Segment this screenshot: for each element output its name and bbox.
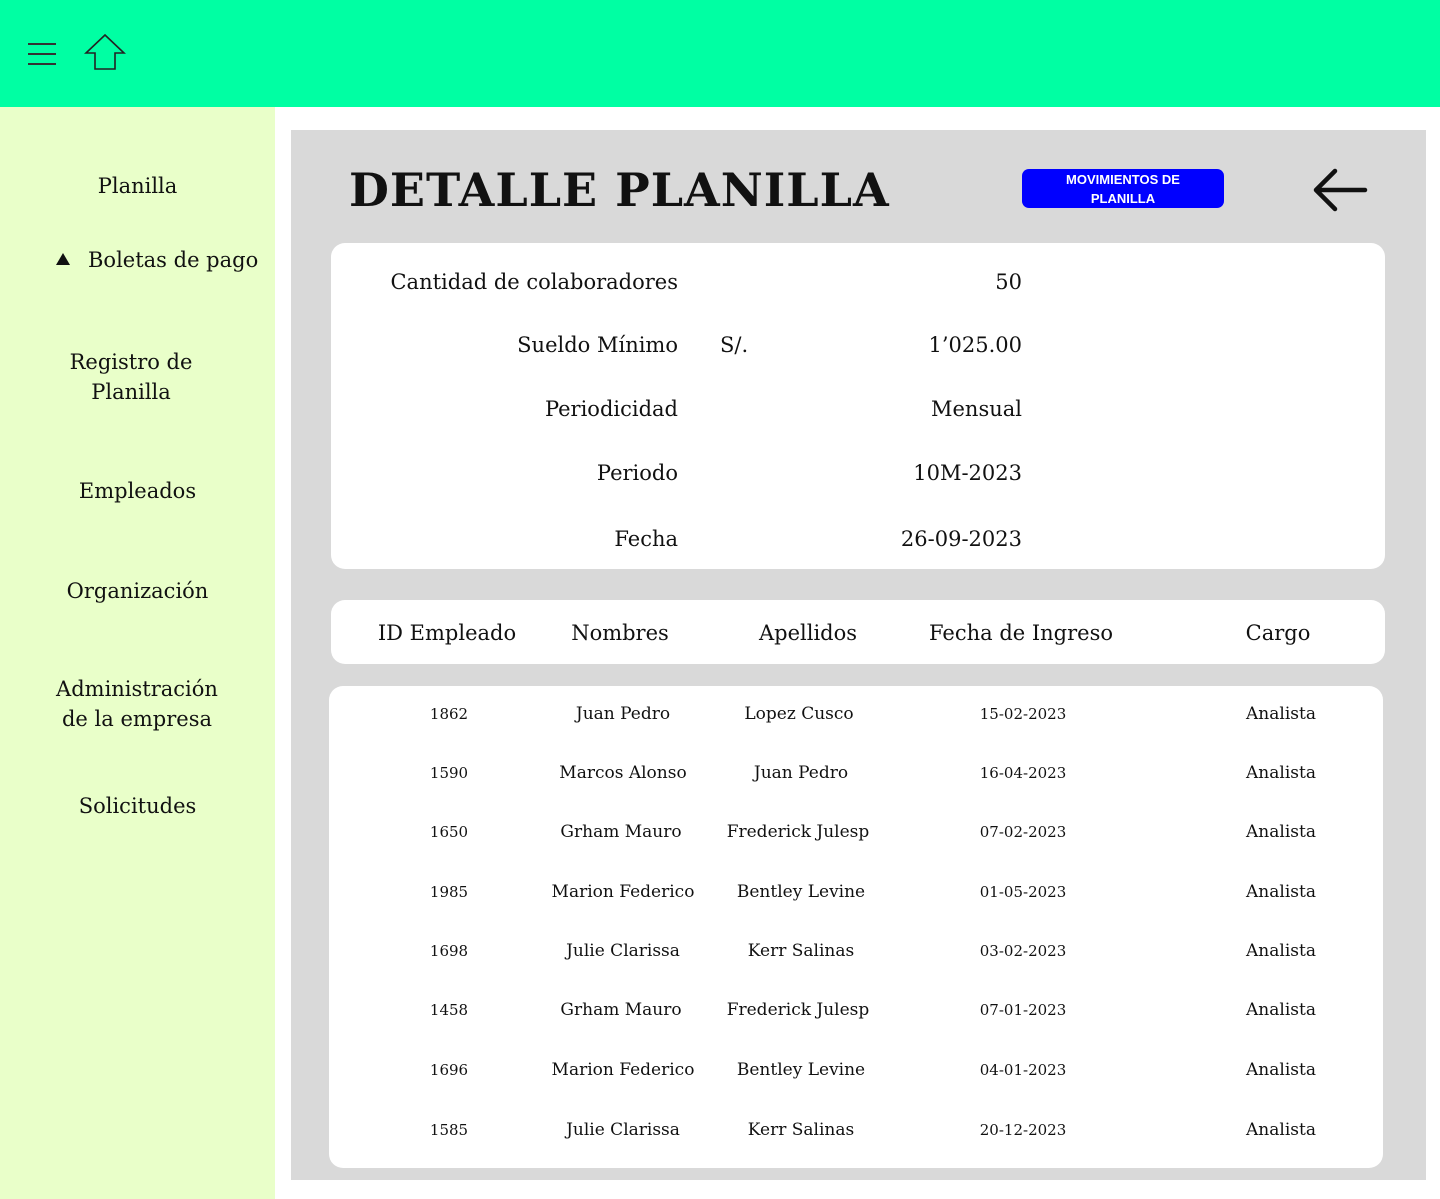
summary-label: Periodo xyxy=(596,461,678,485)
column-header-cargo[interactable]: Cargo xyxy=(1246,618,1311,648)
cell-apellidos: Juan Pedro xyxy=(753,763,849,783)
cell-id: 1985 xyxy=(429,883,469,901)
arrow-left-icon[interactable] xyxy=(1311,166,1369,214)
hamburger-menu-icon[interactable] xyxy=(28,43,56,65)
cell-id: 1590 xyxy=(429,764,469,782)
sidebar-item-solicitudes[interactable]: Solicitudes xyxy=(0,791,275,821)
summary-value: Mensual xyxy=(931,397,1022,421)
summary-label: Sueldo Mínimo xyxy=(517,333,678,357)
cell-nombres: Julie Clarissa xyxy=(566,1120,680,1140)
cell-nombres: Julie Clarissa xyxy=(566,941,680,961)
cell-cargo: Analista xyxy=(1246,763,1316,783)
sidebar-item-label: Organización xyxy=(66,579,209,603)
cell-cargo: Analista xyxy=(1246,822,1316,842)
cell-id: 1585 xyxy=(429,1121,469,1139)
table-row[interactable]: 1985 Marion Federico Bentley Levine 01-0… xyxy=(329,878,1383,908)
cell-fecha-ingreso: 16-04-2023 xyxy=(979,764,1067,782)
cell-apellidos: Bentley Levine xyxy=(736,882,866,902)
employee-table-body: 1862 Juan Pedro Lopez Cusco 15-02-2023 A… xyxy=(329,686,1383,1168)
home-arrow-up-icon[interactable] xyxy=(83,33,127,71)
movimientos-de-planilla-button[interactable]: MOVIMIENTOS DE PLANILLA xyxy=(1022,169,1224,208)
summary-row: Cantidad de colaboradores 50 xyxy=(331,267,1385,297)
cell-cargo: Analista xyxy=(1246,882,1316,902)
cell-fecha-ingreso: 20-12-2023 xyxy=(979,1121,1067,1139)
cell-id: 1698 xyxy=(429,942,469,960)
table-row[interactable]: 1458 Grham Mauro Frederick Julesp 07-01-… xyxy=(329,996,1383,1026)
cell-apellidos: Bentley Levine xyxy=(736,1060,866,1080)
cell-nombres: Marion Federico xyxy=(551,882,695,902)
sidebar-item-label: Planilla xyxy=(91,380,171,404)
column-header-id-empleado[interactable]: ID Empleado xyxy=(378,618,516,648)
column-header-fecha-de-ingreso[interactable]: Fecha de Ingreso xyxy=(929,618,1113,648)
cell-cargo: Analista xyxy=(1246,1060,1316,1080)
cell-cargo: Analista xyxy=(1246,704,1316,724)
table-row[interactable]: 1698 Julie Clarissa Kerr Salinas 03-02-2… xyxy=(329,937,1383,967)
column-header-apellidos[interactable]: Apellidos xyxy=(759,618,857,648)
summary-row: Periodo 10M-2023 xyxy=(331,458,1385,488)
sidebar-item-label: Registro de xyxy=(69,350,193,374)
cell-nombres: Marion Federico xyxy=(551,1060,695,1080)
planilla-summary-card: Cantidad de colaboradores 50 Sueldo Míni… xyxy=(331,243,1385,569)
cell-apellidos: Kerr Salinas xyxy=(747,1120,855,1140)
sidebar-item-planilla[interactable]: Planilla xyxy=(0,171,275,201)
cell-fecha-ingreso: 07-02-2023 xyxy=(979,823,1067,841)
cell-apellidos: Kerr Salinas xyxy=(747,941,855,961)
cell-cargo: Analista xyxy=(1246,1120,1316,1140)
cell-id: 1458 xyxy=(429,1001,469,1019)
sidebar-item-label: Boletas de pago xyxy=(88,248,259,272)
summary-label: Fecha xyxy=(614,527,678,551)
summary-value: 1’025.00 xyxy=(928,333,1022,357)
cell-fecha-ingreso: 07-01-2023 xyxy=(979,1001,1067,1019)
cell-fecha-ingreso: 15-02-2023 xyxy=(979,705,1067,723)
table-row[interactable]: 1862 Juan Pedro Lopez Cusco 15-02-2023 A… xyxy=(329,700,1383,730)
sidebar-item-administracion-de-la-empresa[interactable]: Administración de la empresa xyxy=(0,674,274,734)
page-title: DETALLE PLANILLA xyxy=(349,163,890,217)
cell-fecha-ingreso: 01-05-2023 xyxy=(979,883,1067,901)
summary-row: Sueldo Mínimo S/. 1’025.00 xyxy=(331,330,1385,360)
main-panel: DETALLE PLANILLA MOVIMIENTOS DE PLANILLA… xyxy=(291,130,1426,1180)
cell-cargo: Analista xyxy=(1246,1000,1316,1020)
button-label: MOVIMIENTOS DE xyxy=(1066,172,1180,187)
sidebar-item-label: Empleados xyxy=(78,479,197,503)
sidebar: Planilla Boletas de pago Registro de Pla… xyxy=(0,107,275,1199)
cell-fecha-ingreso: 04-01-2023 xyxy=(979,1061,1067,1079)
summary-value: 26-09-2023 xyxy=(900,527,1022,551)
sidebar-item-registro-de-planilla[interactable]: Registro de Planilla xyxy=(0,347,262,407)
sidebar-item-empleados[interactable]: Empleados xyxy=(0,476,275,506)
table-row[interactable]: 1696 Marion Federico Bentley Levine 04-0… xyxy=(329,1056,1383,1086)
cell-nombres: Juan Pedro xyxy=(575,704,671,724)
button-label: PLANILLA xyxy=(1090,191,1156,206)
sidebar-item-label: Solicitudes xyxy=(78,794,197,818)
summary-value: 50 xyxy=(995,270,1022,294)
cell-id: 1862 xyxy=(429,705,469,723)
summary-label: Periodicidad xyxy=(544,397,678,421)
triangle-up-icon xyxy=(56,253,70,265)
employee-table-header: ID Empleado Nombres Apellidos Fecha de I… xyxy=(331,600,1385,664)
cell-apellidos: Frederick Julesp xyxy=(726,1000,870,1020)
table-row[interactable]: 1585 Julie Clarissa Kerr Salinas 20-12-2… xyxy=(329,1116,1383,1146)
cell-fecha-ingreso: 03-02-2023 xyxy=(979,942,1067,960)
sidebar-item-label: Planilla xyxy=(97,174,178,198)
summary-label: Cantidad de colaboradores xyxy=(390,270,678,294)
column-header-nombres[interactable]: Nombres xyxy=(571,618,669,648)
cell-nombres: Grham Mauro xyxy=(560,822,682,842)
sidebar-item-label: de la empresa xyxy=(61,707,212,731)
sidebar-item-organizacion[interactable]: Organización xyxy=(0,576,275,606)
sidebar-item-label: Administración xyxy=(56,677,218,701)
cell-nombres: Grham Mauro xyxy=(560,1000,682,1020)
cell-id: 1696 xyxy=(429,1061,469,1079)
cell-nombres: Marcos Alonso xyxy=(559,763,687,783)
cell-cargo: Analista xyxy=(1246,941,1316,961)
sidebar-item-boletas-de-pago[interactable]: Boletas de pago xyxy=(0,245,275,275)
table-row[interactable]: 1650 Grham Mauro Frederick Julesp 07-02-… xyxy=(329,818,1383,848)
table-row[interactable]: 1590 Marcos Alonso Juan Pedro 16-04-2023… xyxy=(329,759,1383,789)
top-bar xyxy=(0,0,1440,107)
summary-unit: S/. xyxy=(720,333,749,357)
cell-apellidos: Lopez Cusco xyxy=(744,704,854,724)
cell-id: 1650 xyxy=(429,823,469,841)
cell-apellidos: Frederick Julesp xyxy=(726,822,870,842)
summary-row: Periodicidad Mensual xyxy=(331,394,1385,424)
summary-row: Fecha 26-09-2023 xyxy=(331,524,1385,554)
summary-value: 10M-2023 xyxy=(913,461,1022,485)
